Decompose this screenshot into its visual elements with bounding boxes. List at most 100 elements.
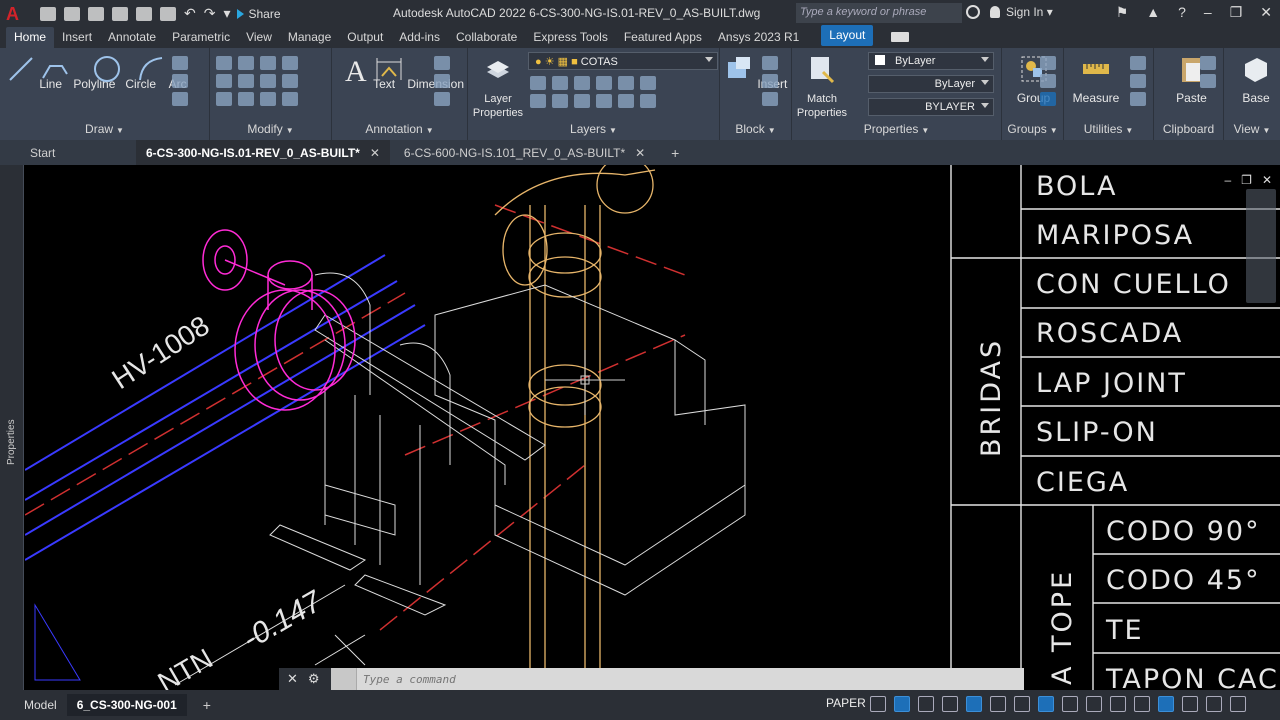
otrack-icon[interactable] xyxy=(990,696,1006,712)
autodesk-app-icon[interactable]: ▲ xyxy=(1146,4,1160,21)
close-icon[interactable]: ✕ xyxy=(1260,4,1272,21)
close-tab-icon[interactable]: ✕ xyxy=(635,146,645,160)
search-icon[interactable] xyxy=(966,5,980,19)
groups-panel-title[interactable]: Groups ▼ xyxy=(1002,122,1063,136)
table-icon[interactable] xyxy=(434,74,450,88)
ortho-icon[interactable] xyxy=(918,696,934,712)
block-panel-title[interactable]: Block ▼ xyxy=(720,122,791,136)
command-input[interactable] xyxy=(357,672,997,686)
properties-palette-collapsed[interactable]: Properties xyxy=(0,165,24,690)
group-edit-icon[interactable] xyxy=(1040,74,1056,88)
copy-clip-icon[interactable] xyxy=(1200,74,1216,88)
tab-start[interactable]: Start xyxy=(0,140,136,165)
tab-model[interactable]: Model xyxy=(14,694,67,716)
new-file-icon[interactable] xyxy=(40,6,56,21)
ribbon-options-icon[interactable] xyxy=(891,32,910,42)
modify-panel-title[interactable]: Modify ▼ xyxy=(210,122,331,136)
tab-layout-sheet[interactable]: 6_CS-300-NG-001 xyxy=(66,694,187,716)
tab-manage[interactable]: Manage xyxy=(280,27,339,48)
match-properties-button[interactable]: Match Properties xyxy=(796,54,848,119)
tab-express-tools[interactable]: Express Tools xyxy=(525,27,615,48)
transparency-icon[interactable] xyxy=(1038,696,1054,712)
osnap-icon[interactable] xyxy=(966,696,982,712)
tab-output[interactable]: Output xyxy=(339,27,391,48)
layers-panel-title[interactable]: Layers ▼ xyxy=(468,122,719,136)
tab-layout[interactable]: Layout xyxy=(821,25,874,46)
draw-panel-title[interactable]: Draw ▼ xyxy=(0,122,209,136)
isolate-icon[interactable] xyxy=(1158,696,1174,712)
layer-tool-icon[interactable] xyxy=(618,94,634,108)
layer-properties-button[interactable]: Layer Properties xyxy=(472,54,524,119)
trim-icon[interactable] xyxy=(260,56,276,70)
web-mobile-icon[interactable] xyxy=(136,6,152,21)
cut-icon[interactable] xyxy=(1200,56,1216,70)
drawing-svg[interactable]: HV-1008 -0.147 NTN BOLA MARIPOSA CON CUE… xyxy=(25,165,1280,690)
tab-annotate[interactable]: Annotate xyxy=(100,27,164,48)
select-icon[interactable] xyxy=(1130,56,1146,70)
layer-dropdown[interactable]: ● ☀ ▦ ■ COTAS xyxy=(528,52,718,70)
color-dropdown[interactable]: ByLayer xyxy=(868,52,994,70)
drawing-area[interactable]: HV-1008 -0.147 NTN BOLA MARIPOSA CON CUE… xyxy=(25,165,1280,690)
lineweight-dropdown[interactable]: BYLAYER xyxy=(868,98,994,116)
copy-icon[interactable] xyxy=(216,74,232,88)
tab-document-active[interactable]: 6-CS-300-NG-IS.01-REV_0_AS-BUILT* ✕ xyxy=(136,140,390,165)
share-button[interactable]: Share xyxy=(236,7,281,21)
properties-panel-title[interactable]: Properties ▼ xyxy=(792,122,1001,136)
calculator-icon[interactable] xyxy=(1130,74,1146,88)
annotation-panel-title[interactable]: Annotation ▼ xyxy=(332,122,467,136)
sign-in-button[interactable]: Sign In ▾ xyxy=(990,5,1053,19)
tab-add-ins[interactable]: Add-ins xyxy=(391,27,448,48)
undo-icon[interactable]: ↶ xyxy=(184,5,196,22)
tab-insert[interactable]: Insert xyxy=(54,27,100,48)
plot-icon[interactable] xyxy=(160,6,176,21)
mirror-icon[interactable] xyxy=(238,74,254,88)
markup-icon[interactable] xyxy=(434,92,450,106)
move-icon[interactable] xyxy=(216,56,232,70)
array-icon[interactable] xyxy=(260,92,276,106)
offset-icon[interactable] xyxy=(282,92,298,106)
restore-icon[interactable]: ❐ xyxy=(1230,4,1243,21)
tab-home[interactable]: Home xyxy=(6,27,55,48)
layer-tool-icon[interactable] xyxy=(596,94,612,108)
minimize-icon[interactable]: – xyxy=(1204,4,1212,21)
edit-attributes-icon[interactable] xyxy=(762,92,778,106)
autocad-logo-icon[interactable]: A xyxy=(6,4,26,24)
paper-space-toggle[interactable]: PAPER xyxy=(826,696,866,710)
save-icon[interactable] xyxy=(88,6,104,21)
layer-tool-icon[interactable] xyxy=(640,94,656,108)
command-history-icon[interactable] xyxy=(331,668,357,690)
customization-icon[interactable] xyxy=(1230,696,1246,712)
stretch-icon[interactable] xyxy=(216,92,232,106)
tab-document[interactable]: 6-CS-600-NG-IS.101_REV_0_AS-BUILT* ✕ xyxy=(390,140,655,165)
new-layout-icon[interactable]: + xyxy=(203,697,211,713)
cart-icon[interactable]: ⚑ xyxy=(1116,4,1129,21)
layer-tool-icon[interactable] xyxy=(552,76,568,90)
id-point-icon[interactable] xyxy=(1130,92,1146,106)
save-as-icon[interactable] xyxy=(112,6,128,21)
navigation-bar[interactable] xyxy=(1246,189,1276,303)
close-command-line-icon[interactable]: ✕ xyxy=(287,671,298,687)
erase-icon[interactable] xyxy=(282,56,298,70)
qat-dropdown-icon[interactable]: ▾ xyxy=(223,5,230,22)
snap-icon[interactable] xyxy=(894,696,910,712)
clean-screen-icon[interactable] xyxy=(1206,696,1222,712)
hardware-acceleration-icon[interactable] xyxy=(1182,696,1198,712)
tab-view[interactable]: View xyxy=(238,27,280,48)
grid-icon[interactable] xyxy=(870,696,886,712)
linetype-dropdown[interactable]: ByLayer xyxy=(868,75,994,93)
lineweight-icon[interactable] xyxy=(1014,696,1030,712)
layer-tool-icon[interactable] xyxy=(574,76,590,90)
annotation-scale-icon[interactable] xyxy=(1086,696,1102,712)
layer-tool-icon[interactable] xyxy=(596,76,612,90)
tab-parametric[interactable]: Parametric xyxy=(164,27,238,48)
base-button[interactable]: Base xyxy=(1232,54,1280,105)
layer-tool-icon[interactable] xyxy=(618,76,634,90)
dimension-button[interactable]: Dimension xyxy=(374,54,464,91)
leader-icon[interactable] xyxy=(434,56,450,70)
add-icon[interactable] xyxy=(1134,696,1150,712)
tab-collaborate[interactable]: Collaborate xyxy=(448,27,525,48)
clipboard-panel-title[interactable]: Clipboard xyxy=(1154,122,1223,136)
gradient-icon[interactable] xyxy=(172,92,188,106)
utilities-panel-title[interactable]: Utilities ▼ xyxy=(1064,122,1153,136)
help-icon[interactable]: ? xyxy=(1178,4,1186,21)
